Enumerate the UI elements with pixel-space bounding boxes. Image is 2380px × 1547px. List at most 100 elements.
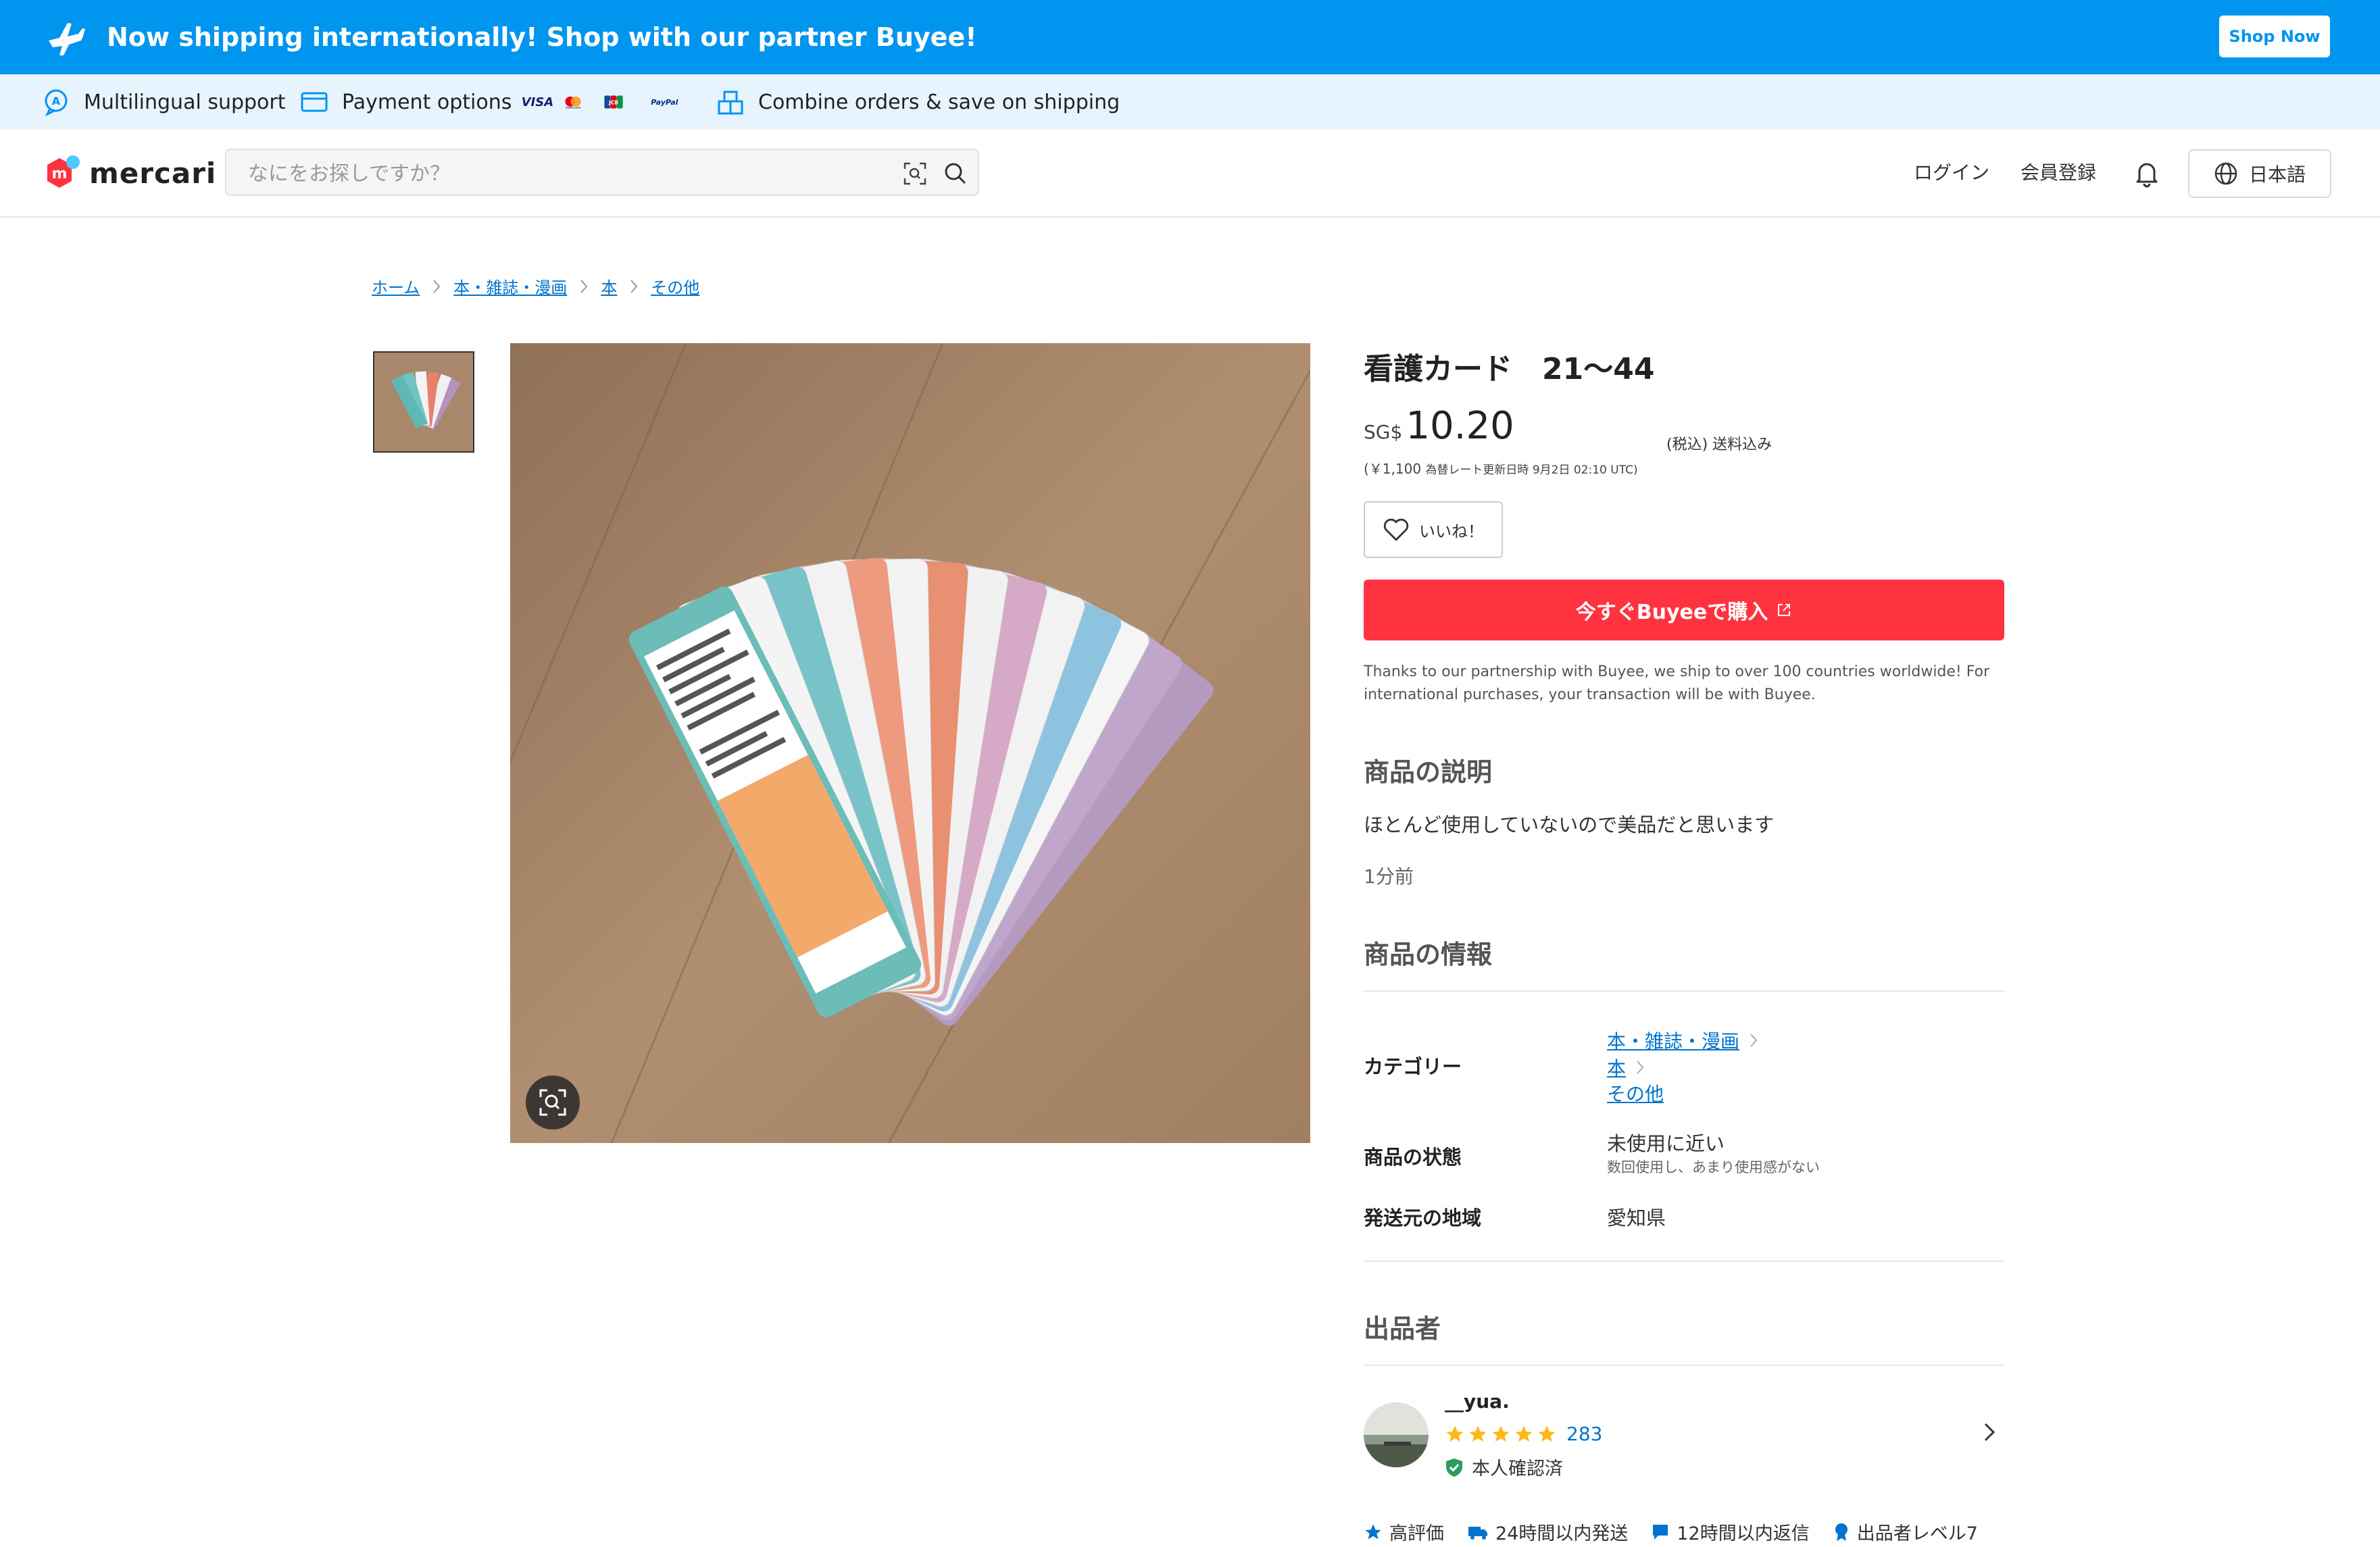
- truck-icon: [1468, 1526, 1487, 1540]
- exchange-rate-note: (￥1,100 為替レート更新日時 9月2日 02:10 UTC): [1364, 458, 1638, 478]
- buyee-partnership-note: Thanks to our partnership with Buyee, we…: [1364, 663, 1990, 703]
- external-link-icon: [1778, 604, 1791, 616]
- boxes-icon: [718, 91, 743, 115]
- paypal-logo: PayPal: [651, 97, 678, 107]
- rate-update: 為替レート更新日時 9月2日 02:10 UTC): [1425, 463, 1638, 477]
- zoom-scan-icon: [539, 1089, 566, 1116]
- shop-now-button[interactable]: Shop Now: [2219, 16, 2330, 57]
- breadcrumb: ホーム 本・雑誌・漫画 本 その他: [372, 274, 699, 298]
- price-value: 10.20: [1406, 404, 1514, 448]
- info-bar: A Multilingual support Payment options V…: [0, 74, 2380, 130]
- site-header: m mercari ログイン 会員登録 日本語: [0, 130, 2380, 218]
- payment-options: Payment options VISA mastercard JCB PayP…: [300, 74, 685, 130]
- description-text: ほとんど使用していないので美品だと思います: [1364, 813, 1775, 836]
- badge-fast-shipping: 24時間以内発送: [1467, 1519, 1628, 1545]
- combine-label: Combine orders & save on shipping: [758, 90, 1120, 114]
- mercari-logo-icon: m: [47, 155, 80, 188]
- mastercard-text: mastercard: [566, 107, 580, 109]
- breadcrumb-books[interactable]: 本: [601, 274, 617, 298]
- category-label: カテゴリー: [1364, 1055, 1462, 1078]
- chevron-right-icon: [1750, 1034, 1758, 1047]
- breadcrumb-home[interactable]: ホーム: [372, 274, 420, 298]
- badge-high-rating: 高評価: [1364, 1519, 1444, 1545]
- chevron-right-icon: [630, 279, 638, 293]
- search-input[interactable]: [247, 158, 858, 189]
- posted-time: 1分前: [1364, 865, 1414, 888]
- badge-label: 24時間以内発送: [1495, 1523, 1629, 1544]
- divider: [1364, 990, 2004, 992]
- details-heading: 商品の情報: [1364, 940, 1493, 969]
- item-title: 看護カード 21〜44: [1364, 352, 1655, 386]
- tax-shipping-note: (税込) 送料込み: [1666, 436, 1772, 453]
- condition-description: 数回使用し、あまり使用感がない: [1607, 1159, 1820, 1175]
- condition-label: 商品の状態: [1364, 1146, 1462, 1169]
- breadcrumb-books-magazines[interactable]: 本・雑誌・漫画: [453, 274, 567, 298]
- svg-text:A: A: [52, 95, 61, 107]
- register-link[interactable]: 会員登録: [2020, 157, 2096, 189]
- category-link-text: 本・雑誌・漫画: [1607, 1030, 1740, 1053]
- shipping-banner: Now shipping internationally! Shop with …: [0, 0, 2380, 74]
- main-product-image[interactable]: [510, 343, 1310, 1143]
- thumbnail-photo: [374, 353, 473, 451]
- chevron-right-icon[interactable]: [1981, 1420, 1998, 1444]
- star-icon: [1538, 1425, 1556, 1442]
- rating-count[interactable]: 283: [1566, 1423, 1602, 1445]
- item-price: SG$ 10.20: [1364, 404, 1514, 448]
- jcb-text: JCB: [608, 99, 618, 105]
- bell-icon[interactable]: [2133, 159, 2161, 188]
- shield-check-icon: [1446, 1458, 1462, 1477]
- payment-label: Payment options: [342, 90, 512, 114]
- chevron-right-icon: [580, 279, 588, 293]
- buy-label: 今すぐBuyeeで購入: [1575, 601, 1768, 624]
- identity-verified: 本人確認済: [1445, 1454, 1563, 1480]
- star-icon: [1446, 1425, 1464, 1442]
- badge-seller-level: 出品者レベル7: [1833, 1519, 1978, 1545]
- badge-fast-reply: 12時間以内返信: [1651, 1519, 1810, 1545]
- chevron-right-icon: [433, 279, 441, 293]
- mastercard-logo: mastercard: [563, 91, 597, 113]
- banner-text: Now shipping internationally! Shop with …: [107, 22, 977, 52]
- product-photo: [510, 343, 1310, 1143]
- visa-logo: VISA: [521, 95, 554, 109]
- image-search-icon[interactable]: [902, 161, 928, 186]
- seller-badges: 高評価 24時間以内発送 12時間以内返信 出品者レベル7: [1364, 1519, 2001, 1545]
- breadcrumb-other[interactable]: その他: [651, 274, 699, 298]
- star-icon: [1469, 1425, 1487, 1442]
- mercari-logo[interactable]: m mercari: [42, 153, 216, 193]
- badge-label: 出品者レベル7: [1856, 1523, 1978, 1544]
- like-button[interactable]: いいね！: [1364, 501, 1503, 558]
- price-currency: SG$: [1364, 421, 1403, 443]
- divider: [1364, 1365, 2004, 1366]
- airplane-icon: [49, 23, 85, 55]
- category-link-other[interactable]: その他: [1607, 1080, 1664, 1107]
- buy-with-buyee-button[interactable]: 今すぐBuyeeで購入: [1364, 580, 2004, 640]
- jcb-logo: JCB: [603, 91, 637, 113]
- search-icon[interactable]: [943, 161, 968, 186]
- multilingual-support: A Multilingual support: [42, 74, 286, 130]
- login-link[interactable]: ログイン: [1914, 157, 1989, 189]
- chevron-right-icon: [1637, 1061, 1644, 1074]
- svg-text:m: m: [52, 166, 68, 182]
- star-icon: [1365, 1523, 1381, 1539]
- star-icon: [1492, 1425, 1510, 1442]
- seller-avatar[interactable]: [1364, 1402, 1429, 1467]
- rate-yen: (￥1,100: [1364, 461, 1422, 477]
- medal-icon: [1835, 1523, 1848, 1541]
- seller-name[interactable]: __yua.: [1445, 1390, 1510, 1413]
- ship-from-label: 発送元の地域: [1364, 1207, 1482, 1229]
- chat-translate-icon: A: [45, 89, 68, 116]
- avatar-photo: [1364, 1402, 1429, 1467]
- verified-label: 本人確認済: [1472, 1459, 1563, 1479]
- ship-from-value: 愛知県: [1607, 1207, 1666, 1229]
- heart-icon: [1383, 518, 1409, 541]
- language-selector[interactable]: 日本語: [2188, 149, 2331, 198]
- image-zoom-button[interactable]: [526, 1075, 580, 1130]
- image-thumbnail[interactable]: [373, 351, 474, 453]
- description-heading: 商品の説明: [1364, 757, 1493, 787]
- category-link-text: その他: [1607, 1083, 1664, 1105]
- category-link-books[interactable]: 本: [1607, 1054, 1645, 1081]
- seller-rating: 283: [1445, 1423, 1602, 1445]
- divider: [1364, 1261, 2004, 1262]
- category-link-books-magazines[interactable]: 本・雑誌・漫画: [1607, 1027, 1758, 1054]
- multilingual-label: Multilingual support: [84, 90, 286, 114]
